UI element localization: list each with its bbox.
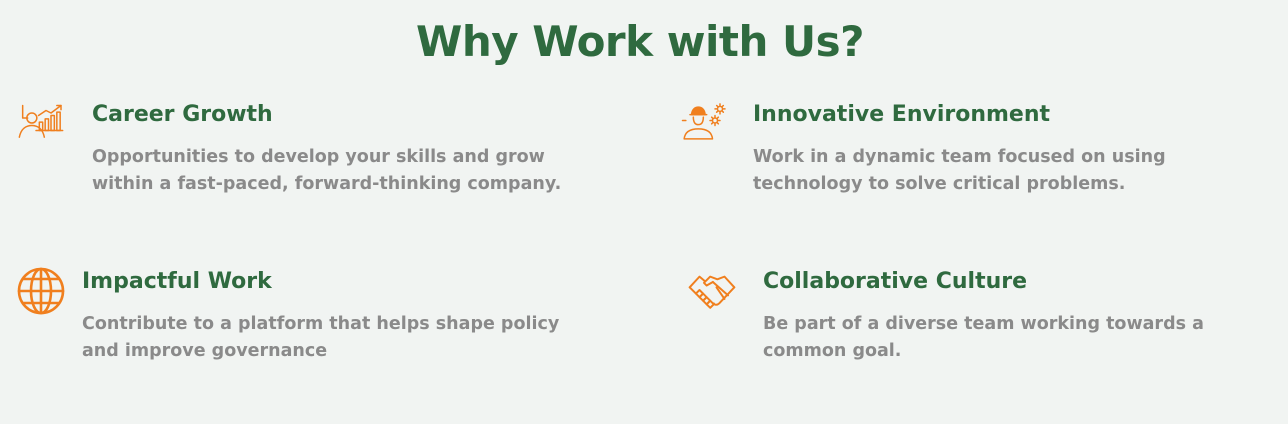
engineer-gears-icon <box>680 98 730 148</box>
feature-title: Collaborative Culture <box>763 269 1028 294</box>
feature-description: Contribute to a platform that helps shap… <box>82 314 560 361</box>
handshake-icon <box>687 265 737 315</box>
feature-description: Opportunities to develop your skills and… <box>92 147 562 194</box>
feature-title: Innovative Environment <box>753 102 1051 127</box>
globe-icon <box>16 265 66 315</box>
career-growth-chart-icon <box>16 98 66 148</box>
feature-title: Career Growth <box>92 102 273 127</box>
feature-description: Work in a dynamic team focused on using … <box>753 147 1166 194</box>
page-title: Why Work with Us? <box>416 17 864 66</box>
feature-title: Impactful Work <box>82 269 272 294</box>
feature-description: Be part of a diverse team working toward… <box>763 314 1204 361</box>
